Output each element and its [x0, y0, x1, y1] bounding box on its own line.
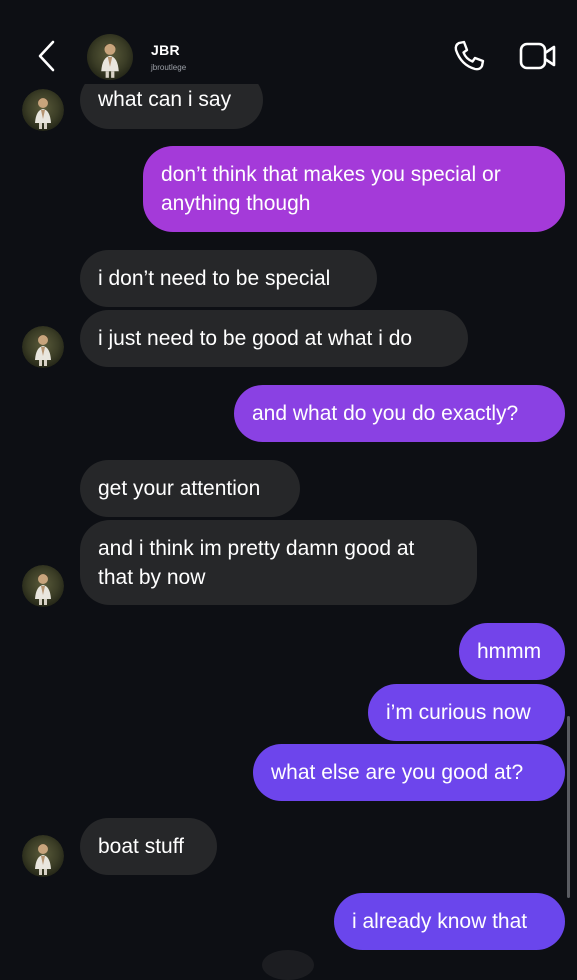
message-text: i don’t need to be special	[98, 267, 331, 290]
message-text: what can i say	[98, 88, 232, 111]
contact-avatar[interactable]	[22, 835, 64, 877]
incoming-message[interactable]: boat stuff	[80, 818, 217, 875]
incoming-message[interactable]: get your attention	[80, 460, 300, 517]
video-camera-icon[interactable]	[518, 40, 558, 72]
header-avatar[interactable]	[87, 34, 133, 80]
message-text: boat stuff	[98, 835, 185, 858]
outgoing-message[interactable]: and what do you do exactly?	[234, 385, 565, 442]
message-text: get your attention	[98, 477, 261, 500]
outgoing-message[interactable]: hmmm	[459, 623, 565, 680]
message-text: i’m curious now	[386, 701, 531, 724]
message-text: what else are you good at?	[271, 761, 524, 784]
outgoing-message[interactable]: what else are you good at?	[253, 744, 565, 801]
contact-name[interactable]: JBR	[151, 42, 180, 58]
scrollbar[interactable]	[567, 716, 570, 898]
partial-element	[262, 950, 314, 980]
outgoing-message[interactable]: i already know that	[334, 893, 565, 950]
incoming-message[interactable]: i don’t need to be special	[80, 250, 377, 307]
message-text: hmmm	[477, 640, 542, 663]
message-text-line: that by now	[98, 566, 206, 589]
chat-header: JBR jbroutlege	[0, 0, 577, 84]
message-text-line: and i think im pretty damn good at	[98, 537, 415, 560]
contact-avatar[interactable]	[22, 565, 64, 607]
message-text: i just need to be good at what i do	[98, 327, 413, 350]
incoming-message[interactable]: i just need to be good at what i do	[80, 310, 468, 367]
outgoing-message[interactable]: don’t think that makes you special or an…	[143, 146, 565, 232]
message-text: i already know that	[352, 910, 528, 933]
phone-icon[interactable]	[451, 38, 487, 74]
contact-avatar[interactable]	[22, 326, 64, 368]
back-button[interactable]	[28, 36, 64, 76]
outgoing-message[interactable]: i’m curious now	[368, 684, 565, 741]
message-text-line: don’t think that makes you special or	[161, 163, 501, 186]
incoming-message[interactable]: and i think im pretty damn good at that …	[80, 520, 477, 605]
contact-avatar[interactable]	[22, 89, 64, 131]
message-text: and what do you do exactly?	[252, 402, 519, 425]
chevron-left-icon	[38, 40, 55, 72]
contact-handle[interactable]: jbroutlege	[151, 63, 186, 72]
message-text-line: anything though	[161, 192, 311, 215]
